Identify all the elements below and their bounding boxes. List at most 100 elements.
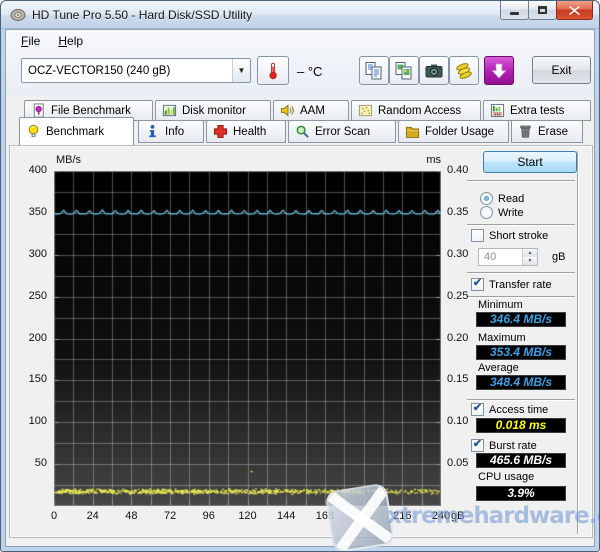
- tab-label: Erase: [538, 125, 569, 138]
- burst-rate-label: Burst rate: [489, 440, 537, 452]
- short-stroke-checkbox[interactable]: [471, 229, 484, 242]
- copy-text-icon: [365, 61, 382, 79]
- cpu-usage-value: 3.9%: [476, 486, 566, 501]
- tab-label: Benchmark: [46, 125, 105, 138]
- hd-tune-window: HD Tune Pro 5.50 - Hard Disk/SSD Utility…: [0, 0, 600, 552]
- tab-benchmark[interactable]: Benchmark: [19, 117, 134, 145]
- short-stroke-value: 40: [484, 251, 497, 263]
- separator: [467, 272, 575, 274]
- save-results-button[interactable]: [449, 56, 479, 85]
- temperature-button[interactable]: [257, 56, 289, 85]
- y-left-axis-unit: MB/s: [56, 154, 82, 166]
- minimum-label: Minimum: [478, 299, 523, 311]
- tab-label: File Benchmark: [51, 104, 131, 117]
- tab-info[interactable]: Info: [138, 120, 204, 143]
- save-results-icon: [456, 62, 472, 79]
- disk-monitor-icon: [162, 104, 177, 117]
- tab-label: Health: [233, 125, 267, 138]
- watermark-text: xtremehardware.com: [387, 503, 599, 529]
- file-benchmark-icon: [33, 103, 44, 118]
- menu-file[interactable]: File: [12, 31, 49, 51]
- minimize-icon: [510, 11, 519, 15]
- start-button[interactable]: Start: [483, 151, 577, 173]
- hd-tune-disk-icon: [10, 9, 26, 21]
- menu-help[interactable]: Help: [49, 31, 92, 51]
- screenshot-button[interactable]: [419, 56, 449, 85]
- write-label: Write: [498, 207, 524, 219]
- camera-icon: [425, 64, 443, 77]
- maximize-button[interactable]: [528, 1, 557, 20]
- tab-label: Error Scan: [315, 125, 370, 138]
- random-access-icon: [358, 104, 373, 117]
- average-label: Average: [478, 362, 519, 374]
- menu-bar: File Help: [6, 30, 92, 51]
- cpu-usage-label: CPU usage: [478, 471, 535, 483]
- title-bar[interactable]: HD Tune Pro 5.50 - Hard Disk/SSD Utility: [1, 1, 599, 29]
- separator: [467, 224, 575, 226]
- tab-health[interactable]: Health: [206, 120, 286, 143]
- temperature-value: –: [297, 64, 305, 79]
- benchmark-chart-canvas: [54, 171, 441, 506]
- tab-erase[interactable]: Erase: [511, 120, 583, 143]
- exit-label: Exit: [551, 63, 572, 77]
- minimum-value: 346.4 MB/s: [476, 312, 566, 327]
- exit-button[interactable]: Exit: [532, 56, 591, 84]
- trash-icon: [520, 125, 531, 138]
- separator: [467, 180, 575, 182]
- short-stroke-stepper[interactable]: 40 ▲ ▼: [478, 248, 538, 266]
- access-time-value: 0.018 ms: [476, 418, 566, 433]
- write-radio[interactable]: [480, 206, 493, 219]
- tab-label: Disk monitor: [182, 104, 246, 117]
- short-stroke-unit: gB: [552, 251, 566, 263]
- y-right-axis-unit: ms: [426, 154, 441, 166]
- start-label: Start: [517, 155, 543, 169]
- tab-folder-usage[interactable]: Folder Usage: [398, 120, 509, 143]
- close-icon: [569, 5, 580, 15]
- tab-aam[interactable]: AAM: [273, 100, 349, 121]
- tab-random-access[interactable]: Random Access: [351, 100, 481, 121]
- average-value: 348.4 MB/s: [476, 375, 566, 390]
- speaker-icon: [280, 104, 294, 117]
- info-icon: [149, 124, 156, 138]
- tab-error-scan[interactable]: Error Scan: [288, 120, 396, 143]
- access-time-checkbox[interactable]: [471, 403, 484, 416]
- thermometer-icon: [269, 62, 277, 79]
- tab-label: AAM: [300, 104, 325, 117]
- export-button[interactable]: [484, 56, 514, 85]
- close-button[interactable]: [556, 1, 593, 20]
- copy-text-button[interactable]: [359, 56, 389, 85]
- folder-icon: [405, 126, 420, 138]
- window-title: HD Tune Pro 5.50 - Hard Disk/SSD Utility: [32, 8, 253, 22]
- chevron-down-icon[interactable]: ▼: [232, 59, 250, 82]
- tab-label: Folder Usage: [425, 125, 495, 138]
- burst-rate-checkbox[interactable]: [471, 439, 484, 452]
- separator: [467, 296, 575, 298]
- drive-select[interactable]: OCZ-VECTOR150 (240 gB) ▼: [21, 58, 251, 83]
- export-down-icon: [491, 63, 507, 78]
- extra-tests-icon: [490, 103, 505, 118]
- burst-rate-value: 465.6 MB/s: [476, 453, 566, 468]
- bulb-icon: [28, 124, 39, 137]
- tab-label: Info: [165, 125, 185, 138]
- maximum-value: 353.4 MB/s: [476, 345, 566, 360]
- read-radio[interactable]: [480, 192, 493, 205]
- temperature-unit: °C: [307, 64, 323, 79]
- transfer-rate-checkbox[interactable]: [471, 278, 484, 291]
- watermark-logo: [324, 482, 396, 551]
- watermark-x-icon: [334, 484, 390, 551]
- panel-separator: [577, 151, 579, 534]
- temperature-readout: – °C: [297, 64, 322, 79]
- minimize-button[interactable]: [500, 1, 529, 20]
- spin-down-icon[interactable]: ▼: [523, 257, 537, 265]
- drive-select-value: OCZ-VECTOR150 (240 gB): [28, 64, 171, 77]
- access-time-label: Access time: [489, 404, 549, 416]
- read-label: Read: [498, 193, 525, 205]
- maximize-icon: [538, 6, 547, 14]
- spin-up-icon[interactable]: ▲: [523, 249, 537, 257]
- separator: [467, 399, 575, 401]
- copy-image-button[interactable]: [389, 56, 419, 85]
- tab-disk-monitor[interactable]: Disk monitor: [155, 100, 271, 121]
- tab-label: Extra tests: [510, 104, 565, 117]
- tab-extra-tests[interactable]: Extra tests: [483, 100, 591, 121]
- magnifier-icon: [296, 125, 309, 138]
